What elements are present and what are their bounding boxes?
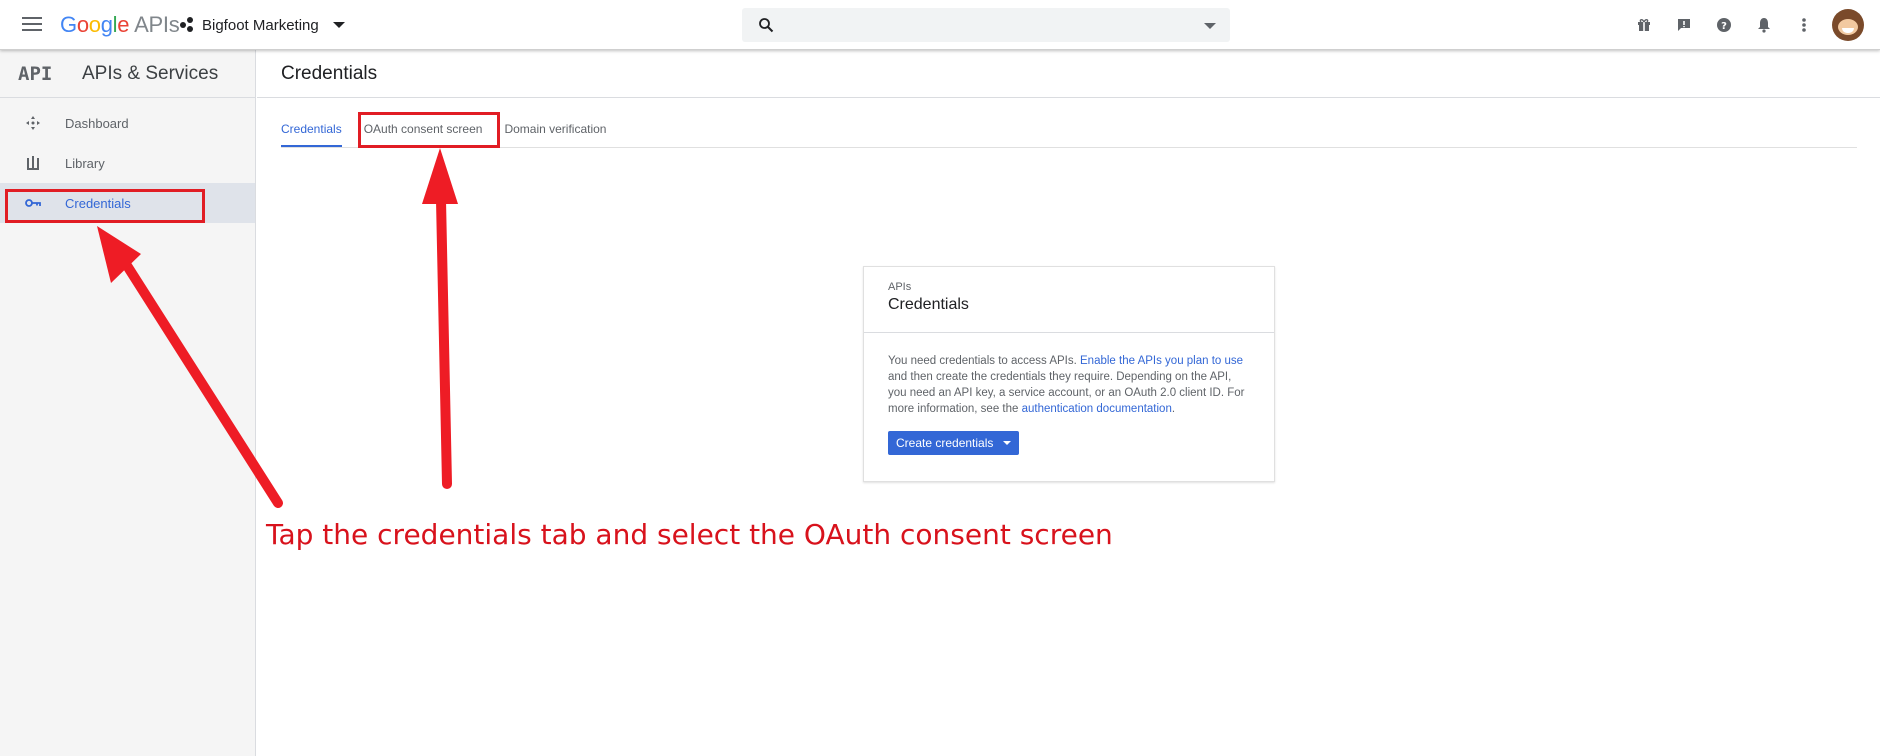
page-header: Credentials	[257, 50, 1880, 98]
search-dropdown-icon[interactable]	[1204, 23, 1216, 29]
feedback-icon[interactable]	[1664, 8, 1704, 42]
menu-icon[interactable]	[20, 14, 44, 34]
tab-domain-verification[interactable]: Domain verification	[504, 114, 606, 147]
svg-text:?: ?	[1721, 21, 1727, 32]
card-text: .	[1171, 403, 1176, 415]
search-icon	[759, 18, 774, 33]
chevron-down-icon	[1003, 441, 1012, 445]
project-name: Bigfoot Marketing	[202, 16, 319, 34]
card-text: You need credentials to access APIs.	[888, 355, 1081, 367]
gift-icon[interactable]	[1624, 8, 1664, 42]
card-eyebrow: APIs	[888, 281, 912, 293]
annotation-text: Tap the credentials tab and select the O…	[266, 518, 1113, 551]
page-title: Credentials	[281, 62, 378, 84]
logo-letter: o	[88, 12, 101, 37]
tab-credentials[interactable]: Credentials	[281, 114, 342, 147]
chevron-down-icon	[332, 22, 345, 28]
project-icon	[180, 17, 196, 33]
logo-letter: e	[117, 12, 130, 37]
tab-bar: Credentials OAuth consent screen Domain …	[281, 114, 1857, 148]
card-description: You need credentials to access APIs. Ena…	[888, 353, 1250, 417]
help-icon[interactable]: ?	[1704, 8, 1744, 42]
search-input[interactable]	[742, 8, 1230, 42]
sidebar-item-dashboard[interactable]: Dashboard	[0, 103, 255, 143]
project-selector[interactable]: Bigfoot Marketing	[180, 14, 345, 36]
dashboard-icon	[25, 115, 41, 131]
notifications-icon[interactable]	[1744, 8, 1784, 42]
logo-letter: G	[60, 12, 77, 37]
authentication-documentation-link[interactable]: authentication documentation	[1022, 403, 1172, 415]
sidebar: API APIs & Services Dashboard Library Cr…	[0, 50, 256, 756]
logo-letter: g	[100, 12, 113, 37]
logo-letter: o	[76, 12, 89, 37]
credentials-card: APIs Credentials You need credentials to…	[863, 266, 1275, 482]
more-vert-icon[interactable]	[1784, 8, 1824, 42]
sidebar-item-library[interactable]: Library	[0, 143, 255, 183]
card-title: Credentials	[888, 296, 969, 313]
avatar[interactable]	[1832, 9, 1864, 41]
library-icon	[25, 155, 41, 171]
header-actions: ?	[1624, 8, 1864, 42]
create-credentials-button[interactable]: Create credentials	[888, 431, 1020, 455]
google-apis-logo[interactable]: Google APIs	[60, 12, 180, 38]
api-logo: API	[18, 62, 53, 85]
sidebar-item-label: Dashboard	[65, 115, 129, 131]
enable-apis-link[interactable]: Enable the APIs you plan to use	[1080, 355, 1243, 367]
sidebar-item-label: Library	[65, 155, 105, 171]
main-content: Credentials Credentials OAuth consent sc…	[257, 50, 1880, 756]
card-body: You need credentials to access APIs. Ena…	[864, 333, 1274, 455]
logo-suffix: APIs	[134, 12, 180, 37]
annotation-box-credentials	[5, 189, 205, 223]
annotation-box-oauth-tab	[358, 112, 500, 148]
sidebar-title: APIs & Services	[82, 62, 219, 84]
sidebar-header: API APIs & Services	[0, 50, 255, 98]
top-app-bar: Google APIs Bigfoot Marketing ?	[0, 0, 1880, 50]
create-credentials-label: Create credentials	[896, 436, 994, 450]
card-header: APIs Credentials	[864, 267, 1274, 333]
